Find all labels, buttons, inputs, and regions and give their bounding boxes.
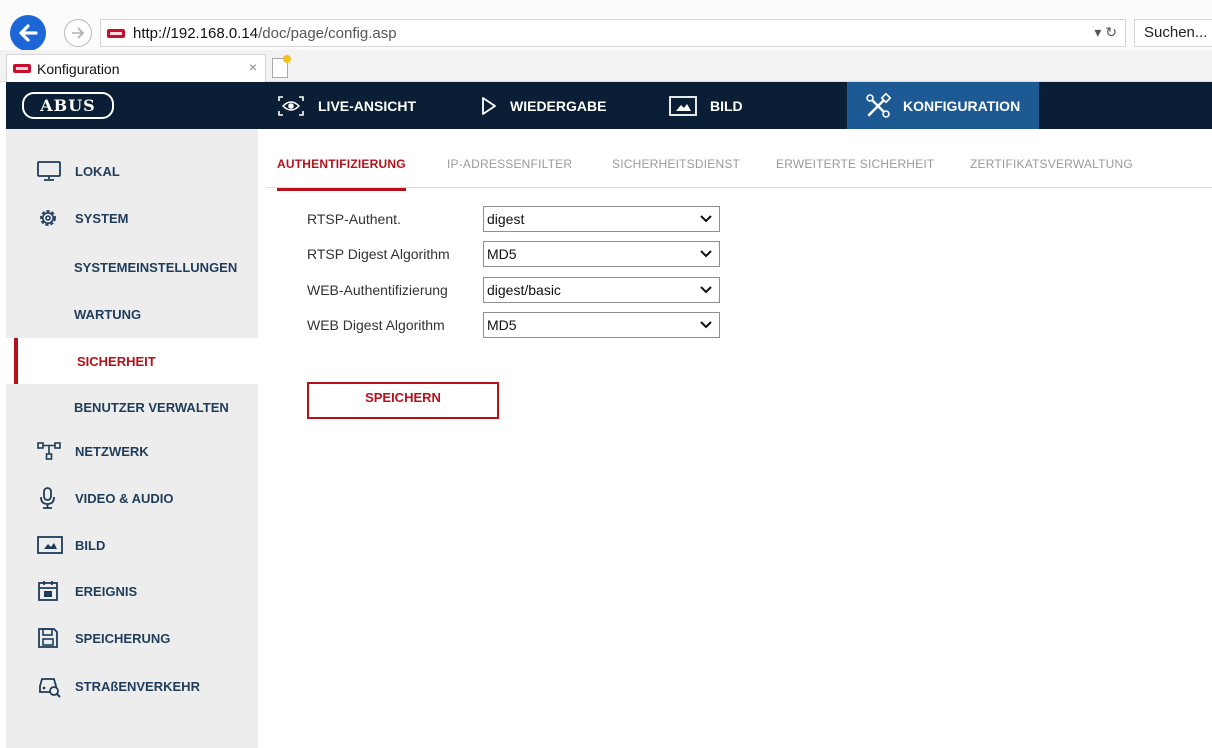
- nav-label: WIEDERGABE: [510, 97, 607, 114]
- url-refresh-controls[interactable]: ▾ ↻: [1094, 24, 1117, 41]
- arrow-left-icon: [19, 24, 38, 42]
- image-icon: [669, 95, 697, 116]
- browser-tab-strip: Konfiguration ×: [0, 50, 1212, 82]
- calendar-icon: [38, 581, 58, 601]
- sidebar-item-label: VIDEO & AUDIO: [75, 490, 174, 506]
- eye-icon: [278, 95, 304, 116]
- sidebar-item-netzwerk[interactable]: NETZWERK: [6, 428, 258, 474]
- sidebar-item-label: SICHERHEIT: [77, 353, 156, 369]
- web-digest-algorithm-select[interactable]: MD5: [483, 312, 720, 338]
- sidebar-item-wartung[interactable]: WARTUNG: [6, 291, 258, 337]
- tab-ip-adressenfilter[interactable]: IP-ADRESSENFILTER: [447, 157, 572, 171]
- sidebar-item-speicherung[interactable]: SPEICHERUNG: [6, 615, 258, 661]
- web-authentifizierung-select[interactable]: digest/basic: [483, 277, 720, 303]
- sidebar-item-label: EREIGNIS: [75, 583, 138, 599]
- new-tab-icon[interactable]: [272, 55, 291, 78]
- tab-title: Konfiguration: [37, 60, 120, 77]
- save-icon: [38, 628, 58, 648]
- back-button[interactable]: [10, 15, 46, 51]
- select-value: digest: [487, 211, 525, 227]
- sidebar: LOKAL SYSTEM SYSTEMEINSTELLUNGEN WARTUNG…: [6, 129, 258, 748]
- play-icon: [482, 96, 496, 115]
- browser-search-field[interactable]: Suchen...: [1134, 19, 1212, 47]
- gear-icon: [40, 210, 56, 226]
- nav-label: KONFIGURATION: [903, 97, 1021, 114]
- chevron-down-icon: [700, 286, 712, 294]
- tools-icon: [866, 92, 891, 118]
- image-icon: [37, 536, 63, 554]
- web-authentifizierung-label: WEB-Authentifizierung: [307, 282, 448, 298]
- sidebar-item-label: STRAßENVERKEHR: [75, 678, 200, 694]
- tab-erweiterte-sicherheit[interactable]: ERWEITERTE SICHERHEIT: [776, 157, 934, 171]
- tab-zertifikatsverwaltung[interactable]: ZERTIFIKATSVERWALTUNG: [970, 157, 1133, 171]
- tab-close-icon[interactable]: ×: [249, 59, 257, 75]
- url-text: http://192.168.0.14/doc/page/config.asp: [133, 24, 397, 42]
- sidebar-item-label: NETZWERK: [75, 443, 149, 459]
- sidebar-item-label: SYSTEMEINSTELLUNGEN: [74, 259, 238, 275]
- tab-sicherheitsdienst[interactable]: SICHERHEITSDIENST: [612, 157, 740, 171]
- rtsp-digest-algorithm-label: RTSP Digest Algorithm: [307, 246, 450, 262]
- site-favicon-icon: [107, 28, 125, 38]
- select-value: digest/basic: [487, 282, 561, 298]
- security-subtabs: AUTHENTIFIZIERUNG IP-ADRESSENFILTER SICH…: [266, 146, 1212, 191]
- network-icon: [37, 442, 61, 460]
- web-digest-algorithm-label: WEB Digest Algorithm: [307, 317, 445, 333]
- tab-authentifizierung[interactable]: AUTHENTIFIZIERUNG: [277, 157, 406, 191]
- nav-wiedergabe[interactable]: WIEDERGABE: [480, 82, 606, 129]
- nav-label: LIVE-ANSICHT: [318, 97, 416, 114]
- arrow-right-icon: [72, 27, 85, 39]
- chevron-down-icon: [700, 215, 712, 223]
- forward-button[interactable]: [64, 19, 92, 47]
- sidebar-item-video-audio[interactable]: VIDEO & AUDIO: [6, 475, 258, 521]
- nav-konfiguration[interactable]: KONFIGURATION: [847, 82, 1039, 129]
- sidebar-item-sicherheit[interactable]: SICHERHEIT: [6, 338, 258, 384]
- microphone-icon: [40, 487, 55, 509]
- monitor-icon: [37, 161, 61, 181]
- sidebar-item-lokal[interactable]: LOKAL: [6, 148, 258, 194]
- nav-live-ansicht[interactable]: LIVE-ANSICHT: [276, 82, 416, 129]
- nav-bild[interactable]: BILD: [668, 82, 743, 129]
- url-field[interactable]: http://192.168.0.14/doc/page/config.asp …: [100, 19, 1126, 47]
- sidebar-item-label: SPEICHERUNG: [75, 630, 171, 646]
- abus-logo: ABUS: [22, 92, 114, 119]
- sidebar-item-systemeinstellungen[interactable]: SYSTEMEINSTELLUNGEN: [6, 244, 258, 290]
- save-button[interactable]: SPEICHERN: [307, 382, 499, 419]
- rtsp-digest-algorithm-select[interactable]: MD5: [483, 241, 720, 267]
- sidebar-item-label: WARTUNG: [74, 306, 142, 322]
- sidebar-item-benutzer-verwalten[interactable]: BENUTZER VERWALTEN: [6, 384, 258, 430]
- sidebar-item-label: BILD: [75, 537, 106, 553]
- chevron-down-icon: [700, 321, 712, 329]
- select-value: MD5: [487, 317, 517, 333]
- top-navigation: ABUS LIVE-ANSICHT WIEDERGABE BILD KONFIG…: [6, 82, 1212, 129]
- select-value: MD5: [487, 246, 517, 262]
- rtsp-authent-select[interactable]: digest: [483, 206, 720, 232]
- sidebar-item-ereignis[interactable]: EREIGNIS: [6, 568, 258, 614]
- chevron-down-icon: [700, 250, 712, 258]
- sidebar-item-label: LOKAL: [75, 163, 120, 179]
- browser-tab[interactable]: Konfiguration ×: [6, 54, 266, 82]
- nav-label: BILD: [710, 97, 743, 114]
- sidebar-item-label: BENUTZER VERWALTEN: [74, 399, 229, 415]
- rtsp-authent-label: RTSP-Authent.: [307, 211, 401, 227]
- sidebar-item-system[interactable]: SYSTEM: [6, 195, 258, 241]
- browser-address-bar: http://192.168.0.14/doc/page/config.asp …: [0, 0, 1212, 51]
- sidebar-item-label: SYSTEM: [75, 210, 129, 226]
- sidebar-item-bild[interactable]: BILD: [6, 522, 258, 568]
- sidebar-item-strassenverkehr[interactable]: STRAßENVERKEHR: [6, 663, 258, 709]
- tab-favicon-icon: [13, 64, 31, 73]
- traffic-car-icon: [39, 678, 61, 698]
